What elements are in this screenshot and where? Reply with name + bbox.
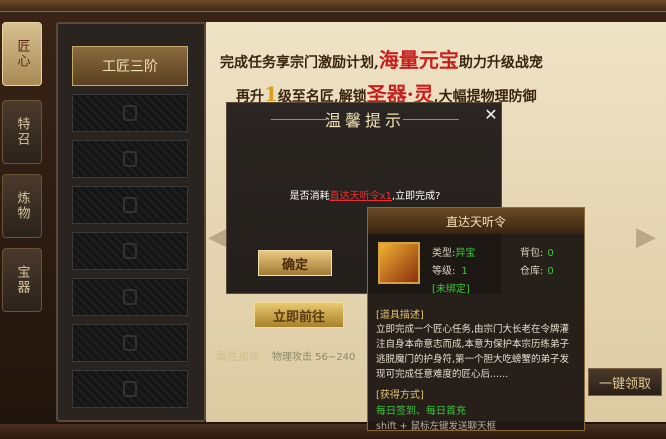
bag-field: 背包: 0 — [520, 248, 554, 259]
confirm-button[interactable]: 确定 — [258, 250, 332, 276]
locked-slot[interactable] — [72, 186, 188, 224]
lock-icon — [123, 105, 137, 121]
headline-line1: 完成任务享宗门激励计划,海量元宝助力升级战宠 — [220, 48, 543, 72]
item-description: 立即完成一个匠心任务,由宗门大长老在令牌灌注自身本命意志而成,本意为保护本宗历练… — [376, 324, 570, 380]
chat-hint: shift + 鼠标左键发送聊天框 — [376, 421, 497, 432]
lock-icon — [123, 243, 137, 259]
bonus-label: 属性加成 — [216, 350, 260, 363]
top-bar — [0, 0, 666, 12]
lock-icon — [123, 335, 137, 351]
item-link[interactable]: 直达天听令x1 — [330, 191, 392, 202]
close-icon[interactable]: ✕ — [483, 107, 499, 123]
bonus-text: 物理攻击 56~240 — [272, 352, 356, 363]
dialog-message: 是否消耗直达天听令x1,立即完成? — [289, 191, 441, 202]
goto-button[interactable]: 立即前往 — [254, 302, 344, 328]
lock-icon — [123, 289, 137, 305]
obtain-header: [获得方式] — [376, 390, 424, 401]
side-tabs: 匠心 特召 炼物 宝器 — [0, 14, 44, 334]
level-list: 工匠三阶 — [56, 22, 206, 422]
locked-slot[interactable] — [72, 94, 188, 132]
type-field: 类型:异宝 — [432, 248, 476, 259]
lock-icon — [123, 197, 137, 213]
locked-slot[interactable] — [72, 278, 188, 316]
locked-slot[interactable] — [72, 140, 188, 178]
desc-header: [道具描述] — [376, 310, 424, 321]
lock-icon — [123, 381, 137, 397]
locked-slot[interactable] — [72, 370, 188, 408]
obtain-methods: 每日签到、每日首充 — [376, 406, 466, 417]
locked-slot[interactable] — [72, 324, 188, 362]
locked-slot[interactable] — [72, 232, 188, 270]
tab-summon[interactable]: 特召 — [2, 100, 42, 164]
token-item-icon — [378, 242, 420, 284]
next-arrow-icon[interactable]: ▶ — [636, 222, 656, 252]
item-name: 直达天听令 — [368, 208, 584, 234]
tab-craftsman[interactable]: 匠心 — [2, 22, 42, 86]
prev-arrow-icon[interactable]: ◀ — [208, 222, 228, 252]
level-slot-active[interactable]: 工匠三阶 — [72, 46, 188, 86]
level-field: 等级: 1 — [432, 266, 468, 277]
storage-field: 仓库: 0 — [520, 266, 554, 277]
item-tooltip: 直达天听令 类型:异宝 等级: 1 背包: 0 仓库: 0 [未绑定] [道具描述] … — [367, 207, 585, 432]
tab-treasure[interactable]: 宝器 — [2, 248, 42, 312]
dialog-title: 温馨提示 — [324, 111, 405, 130]
lock-icon — [123, 151, 137, 167]
tab-refine[interactable]: 炼物 — [2, 174, 42, 238]
bind-status: [未绑定] — [432, 284, 470, 295]
claim-all-button[interactable]: 一键领取 — [588, 368, 662, 396]
